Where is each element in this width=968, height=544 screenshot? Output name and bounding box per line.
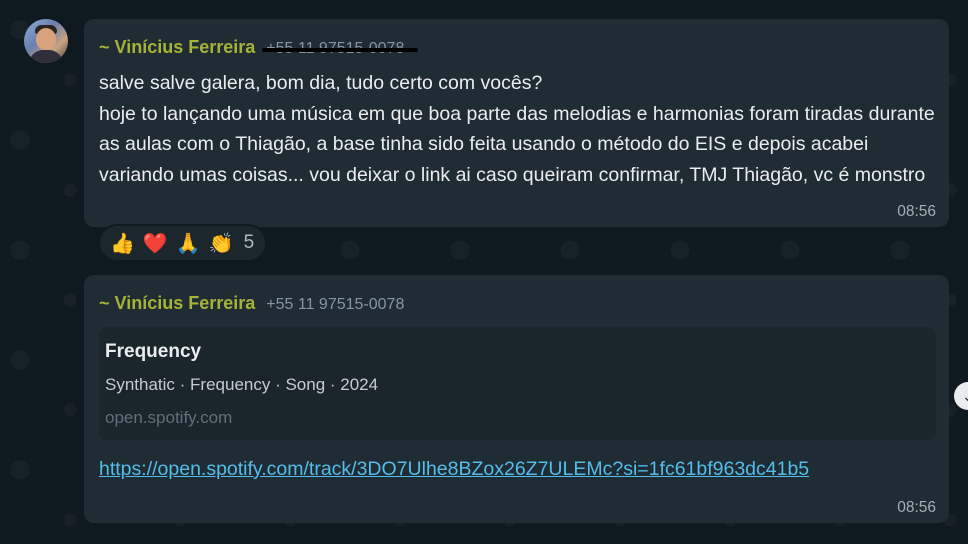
message-line: salve salve galera, bom dia, tudo certo …	[99, 72, 543, 94]
preview-title: Frequency	[105, 341, 202, 362]
link-preview[interactable]: Frequency Synthatic · Frequency · Song ·…	[99, 327, 936, 440]
sender-header: ~ Vinícius Ferreira +55 11 97515-0078	[99, 293, 404, 314]
sender-phone: +55 11 97515-0078	[262, 40, 419, 57]
reaction-count: 5	[243, 232, 255, 253]
praying-hands-icon: 🙏	[175, 231, 201, 255]
preview-description: Synthatic · Frequency · Song · 2024	[105, 375, 379, 394]
preview-domain: open.spotify.com	[105, 408, 233, 427]
avatar-body	[29, 50, 63, 63]
avatar-face	[36, 28, 56, 50]
message-bubble[interactable]: ~ Vinícius Ferreira +55 11 97515-0078 Fr…	[84, 275, 949, 523]
avatar[interactable]	[24, 19, 68, 63]
reactions-bar[interactable]: 👍 ❤️ 🙏 👏 5	[98, 224, 268, 262]
thumbs-up-icon: 👍	[110, 231, 135, 255]
message-link[interactable]: https://open.spotify.com/track/3DO7Ulhe8…	[99, 455, 819, 484]
sender-header: ~ Vinícius Ferreira +55 11 97515-0078	[99, 37, 419, 58]
message-text: salve salve galera, bom dia, tudo certo …	[99, 68, 939, 190]
message-bubble[interactable]: ~ Vinícius Ferreira +55 11 97515-0078 sa…	[84, 19, 949, 227]
clapping-hands-icon: 👏	[208, 231, 234, 255]
redaction-strike	[262, 48, 419, 52]
heart-icon: ❤️	[142, 231, 168, 255]
sender-name[interactable]: ~ Vinícius Ferreira	[99, 293, 255, 313]
message-time: 08:56	[897, 499, 936, 516]
message-time: 08:56	[897, 203, 936, 220]
sender-name[interactable]: ~ Vinícius Ferreira	[99, 37, 255, 57]
chevron-down-icon[interactable]: ⌄	[954, 382, 968, 410]
sender-phone: +55 11 97515-0078	[266, 296, 405, 313]
message-line: hoje to lançando uma música em que boa p…	[99, 102, 935, 186]
